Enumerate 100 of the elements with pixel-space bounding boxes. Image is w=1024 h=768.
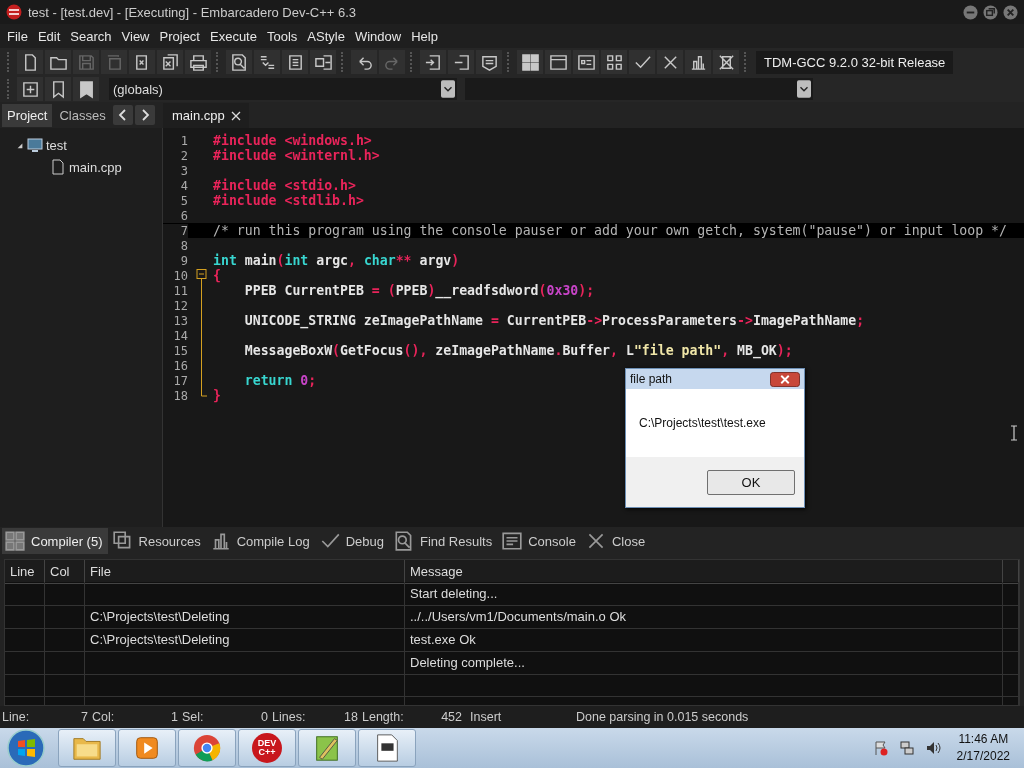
project-icon [27,137,43,153]
menu-item[interactable]: Tools [261,28,303,44]
status-message: Done parsing in 0.015 seconds [576,710,749,724]
toolbar-button[interactable] [657,50,683,74]
column-header[interactable]: Col [45,560,85,584]
panel-tab[interactable]: Close [582,528,651,554]
close-files-icon [160,52,180,72]
menu-item[interactable]: Execute [205,28,262,44]
toolbar-button[interactable] [476,50,502,74]
column-header[interactable]: Message [405,560,1003,584]
table-cell [45,674,85,697]
clock-time[interactable]: 11:46 AM [958,731,1009,748]
menu-item[interactable]: Window [349,28,407,44]
table-cell: Start deleting... [405,582,1003,606]
toolbar-button[interactable] [545,50,571,74]
clock-date[interactable]: 2/17/2022 [956,748,1010,765]
menu-item[interactable]: View [116,28,155,44]
toolbar-button[interactable] [713,50,739,74]
status-value: 1 [171,710,178,724]
status-label: Sel: [182,710,204,724]
app-logo: DEV C++ [252,733,282,763]
taskbar-button[interactable]: DEV C++ [238,729,296,767]
status-label: Line: [2,710,30,724]
flag-icon[interactable] [872,740,889,756]
speaker-icon[interactable] [924,740,941,756]
menu-item[interactable]: Search [65,28,117,44]
start-button[interactable] [6,728,46,768]
panel-tab[interactable]: Compiler (5) [2,528,108,554]
code-line: UNICODE_STRING zeImagePathName = CurrentPEB->ProcessParameters->ImagePathName; [243,313,865,328]
toolbar-button[interactable] [226,50,252,74]
toolbar-button[interactable] [310,50,336,74]
toolbar-button[interactable] [351,50,377,74]
status-label: Length: [362,710,404,724]
menu-item[interactable]: AStyle [302,28,350,44]
taskbar-button[interactable] [358,729,416,767]
printer-icon [188,52,208,72]
panel-icon [576,52,596,72]
panel-tab[interactable]: Find Results [390,528,498,554]
panel-tab[interactable]: Console [499,528,581,554]
left-arrow-button[interactable] [112,105,133,125]
toolbar-button[interactable] [573,50,599,74]
column-header [1003,560,1019,584]
toolbar-button[interactable] [282,50,308,74]
menu-item[interactable]: Project [154,28,205,44]
toolbar-button[interactable] [157,50,183,74]
panel-tab[interactable]: Debug [316,528,389,554]
panel-tab[interactable]: Compile Log [207,528,315,554]
panel-tab[interactable]: Project [2,103,53,127]
restore-icon[interactable] [983,4,998,20]
network-icon[interactable] [898,740,915,756]
menu-item[interactable]: Edit [32,28,66,44]
toolbar-button[interactable] [45,50,71,74]
toolbar-button[interactable] [448,50,474,74]
table-cell [45,651,85,675]
toolbar-button[interactable] [420,50,446,74]
scope-select[interactable]: (globals) [109,78,457,100]
column-header[interactable]: Line [5,560,45,584]
member-select[interactable] [465,78,813,100]
toolbar-button[interactable] [185,50,211,74]
editor-tab[interactable]: main.cpp [163,103,249,128]
toolbar-button[interactable] [685,50,711,74]
toolbar-button[interactable] [601,50,627,74]
grid-icon [520,52,540,72]
text-cursor-icon [1010,425,1018,441]
minimize-icon[interactable] [963,4,978,20]
table-cell [45,582,85,606]
stop-icon [716,52,736,72]
browser-icon [192,733,222,763]
file-icon [50,159,66,175]
toolbar-button[interactable] [45,77,71,101]
menu-item[interactable]: File [2,28,33,44]
app-icon [6,4,22,20]
goto-icon [313,52,333,72]
panel-tab[interactable]: Resources [109,528,206,554]
close-button[interactable] [770,371,800,387]
toolbar-button[interactable] [517,50,543,74]
toolbar-button[interactable] [17,50,43,74]
tree-item[interactable]: main.cpp [69,159,122,175]
status-value: 0 [261,710,268,724]
panel-tab[interactable]: Classes [54,103,111,127]
toolbar-button[interactable] [17,77,43,101]
right-arrow-button[interactable] [134,105,155,125]
column-header[interactable]: File [85,560,405,584]
toolbar-button[interactable] [629,50,655,74]
tree-item[interactable]: test [46,137,67,153]
toolbar-button[interactable] [129,50,155,74]
status-label: Lines: [272,710,306,724]
table-cell: C:\Projects\test\Deleting [85,605,405,629]
fold-icon[interactable] [196,268,208,283]
menu-item[interactable]: Help [406,28,443,44]
ok-button[interactable]: OK [707,469,795,495]
table-cell: C:\Projects\test\Deleting [85,628,405,652]
toolbar-button[interactable] [254,50,280,74]
compiler-select[interactable]: TDM-GCC 9.2.0 32-bit Release [756,50,954,74]
expand-arrow-icon[interactable] [16,141,24,149]
close-icon[interactable] [230,110,241,121]
squares-icon [604,52,624,72]
toolbar-button[interactable] [73,77,99,101]
add-bookmark-icon [20,79,40,99]
code-line: /* run this program using the console pauser or add your own getch, system("pause") or input loop */ [213,223,1007,238]
